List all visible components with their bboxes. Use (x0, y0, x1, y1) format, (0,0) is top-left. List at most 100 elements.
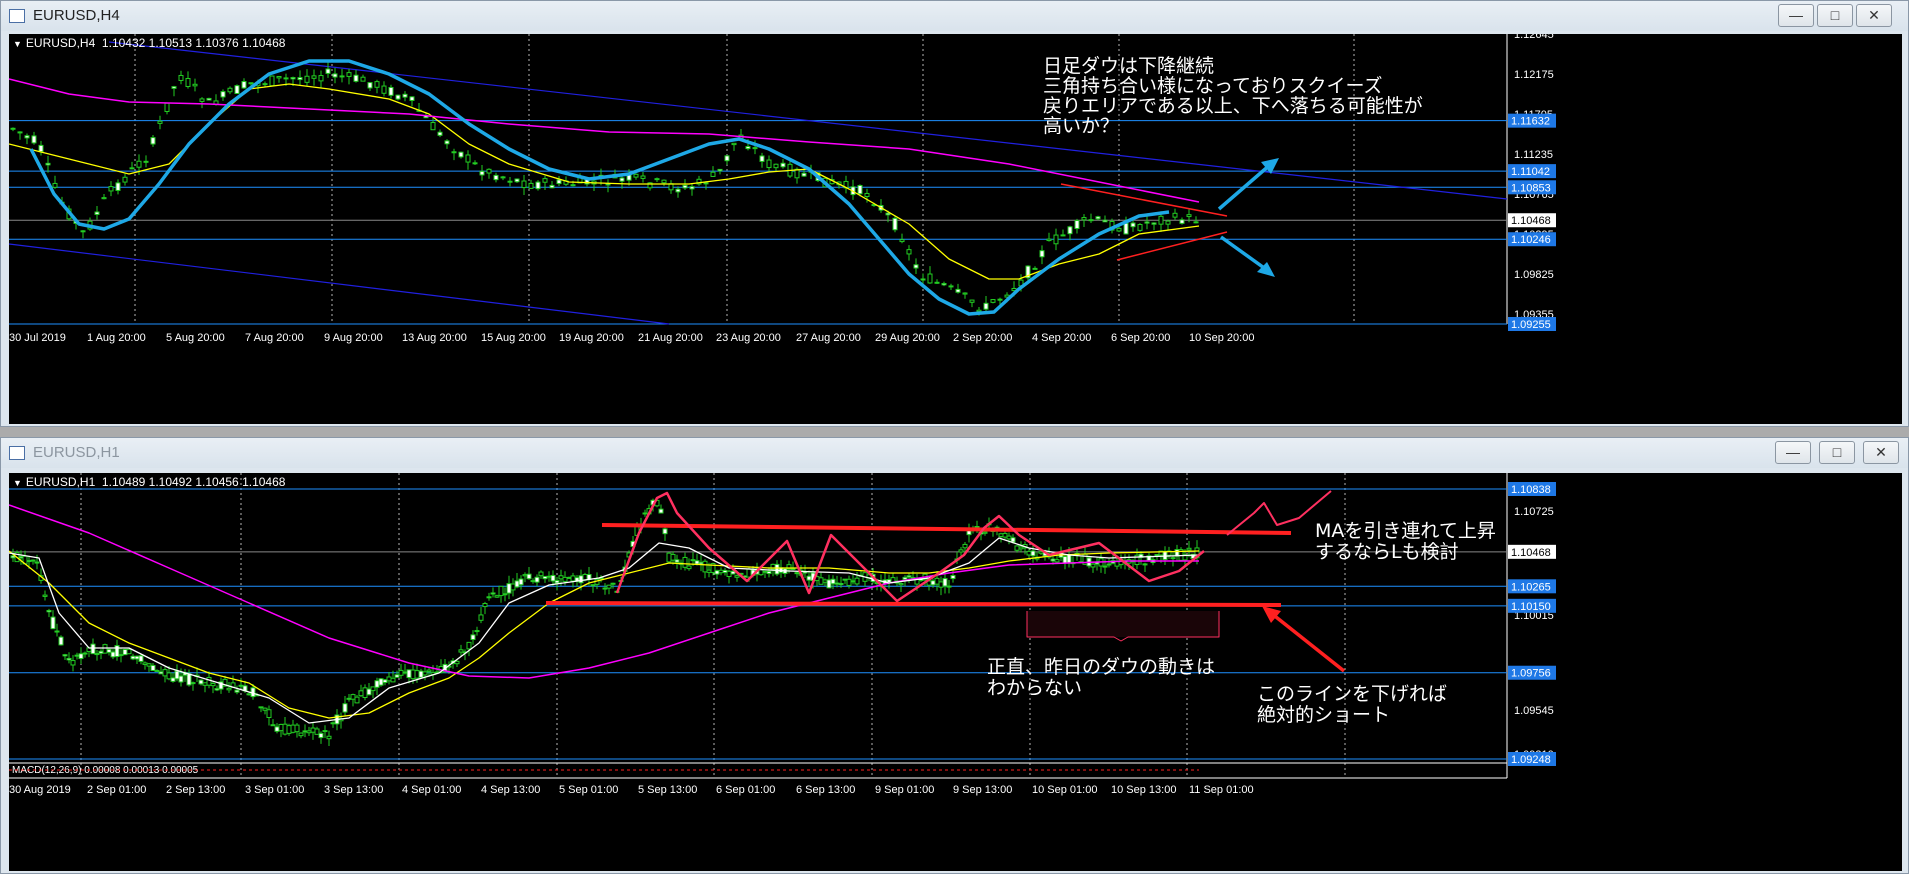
candle (350, 694, 356, 700)
candle (322, 730, 328, 733)
candle (1066, 554, 1072, 564)
title-bar[interactable]: EURUSD,H4 — □ ✕ (1, 1, 1908, 31)
candle (31, 135, 37, 144)
candle (210, 683, 216, 687)
minimize-button[interactable]: — (1775, 441, 1811, 464)
candle (185, 78, 191, 88)
candle (342, 703, 348, 713)
dropdown-triangle-icon[interactable]: ▼ (13, 478, 22, 488)
candle (899, 239, 905, 243)
time-label: 2 Sep 20:00 (953, 332, 1012, 344)
candle (514, 178, 520, 183)
candle (190, 682, 196, 685)
candle (1151, 222, 1157, 225)
annotation-text: 戻りエリアである以上、下へ落ちる可能性が (1043, 95, 1423, 117)
candle (826, 579, 832, 589)
price-label: 1.12645 (1514, 34, 1554, 41)
range-shade (1027, 611, 1219, 637)
candle (30, 559, 36, 562)
candle (694, 560, 700, 565)
candle (26, 560, 32, 563)
candle (731, 142, 737, 146)
candle (570, 184, 576, 187)
candle (234, 85, 240, 94)
candle (326, 735, 332, 740)
time-label: 4 Sep 13:00 (481, 784, 540, 796)
candle (689, 186, 695, 190)
time-label: 11 Sep 01:00 (1189, 784, 1254, 796)
candle (246, 693, 252, 696)
time-label: 10 Sep 01:00 (1032, 784, 1097, 796)
close-button[interactable]: ✕ (1856, 4, 1892, 27)
candle (902, 576, 908, 580)
candle (474, 630, 480, 633)
candle (171, 86, 177, 89)
candle (164, 102, 170, 112)
candle (549, 184, 555, 189)
candle (670, 553, 676, 561)
candle (122, 649, 128, 656)
candle (138, 655, 144, 662)
price-tag-label: 1.11632 (1511, 116, 1550, 128)
candle (1186, 214, 1192, 218)
time-label: 9 Sep 01:00 (875, 784, 934, 796)
candle (490, 592, 496, 595)
candle (362, 687, 368, 698)
candle (1050, 558, 1056, 562)
candle (339, 75, 345, 78)
chart-window-icon (9, 9, 25, 23)
candle (1154, 554, 1160, 557)
candle (398, 669, 404, 676)
candle (758, 569, 764, 576)
chart-window-h1[interactable]: EURUSD,H1 — □ ✕ MACD(12,26,9) 0.00008 0.… (0, 437, 1909, 874)
candle (297, 77, 303, 81)
chart-canvas[interactable]: 1.126451.121751.117051.112351.107651.102… (9, 34, 1902, 424)
candle (854, 577, 860, 585)
candle (1106, 563, 1112, 566)
candle (17, 131, 23, 134)
annotation-text: 日足ダウは下降継続 (1043, 55, 1214, 77)
candle (773, 163, 779, 169)
candle (1186, 547, 1192, 551)
trend-channel-lower (9, 243, 670, 325)
time-label: 1 Aug 20:00 (87, 332, 146, 344)
candle (726, 570, 732, 577)
minimize-button[interactable]: — (1778, 4, 1814, 27)
price-chart[interactable]: 1.126451.121751.117051.112351.107651.102… (9, 34, 1902, 424)
candle (262, 707, 268, 711)
candle (534, 576, 540, 583)
price-chart[interactable]: MACD(12,26,9) 0.00008 0.00013 0.00005 1.1… (9, 473, 1902, 871)
title-bar[interactable]: EURUSD,H1 — □ ✕ (1, 438, 1908, 468)
candle (174, 670, 180, 680)
candle (192, 83, 198, 87)
candle (774, 563, 780, 575)
candle (220, 91, 226, 98)
candle (522, 574, 528, 577)
candle (437, 131, 443, 136)
close-button[interactable]: ✕ (1863, 441, 1899, 464)
candle (1014, 545, 1020, 551)
candle (521, 180, 527, 189)
maximize-button[interactable]: □ (1817, 4, 1853, 27)
candle (906, 249, 912, 255)
candle (510, 583, 516, 591)
candle (381, 85, 387, 94)
candle (66, 657, 72, 661)
maximize-button[interactable]: □ (1819, 441, 1855, 464)
chart-window-h4[interactable]: EURUSD,H4 — □ ✕ 1.126451.121751.117051.1… (0, 0, 1909, 427)
candle (830, 578, 836, 585)
candle (1165, 220, 1171, 225)
ma-yellow (9, 83, 1200, 280)
candle (238, 684, 244, 687)
chart-canvas[interactable]: MACD(12,26,9) 0.00008 0.00013 0.000051.1… (9, 473, 1902, 871)
candle (142, 662, 148, 665)
candle (298, 732, 304, 737)
dropdown-triangle-icon[interactable]: ▼ (13, 39, 22, 49)
candle (822, 579, 828, 583)
candle (906, 575, 912, 578)
candle (414, 670, 420, 679)
candle (74, 654, 80, 657)
candle (332, 73, 338, 78)
candle (528, 182, 534, 189)
candle (766, 570, 772, 575)
